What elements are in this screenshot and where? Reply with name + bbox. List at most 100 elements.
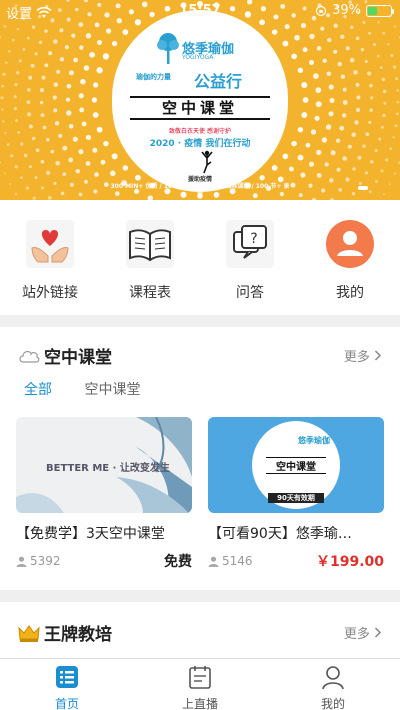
course-card[interactable]: BETTER ME · 让改变发生 【免费学】3天空中课堂 5392 免费 xyxy=(16,417,192,571)
banner-dot xyxy=(18,59,22,63)
banner-dot xyxy=(62,145,68,151)
banner-dot xyxy=(26,100,31,104)
quick-nav-external-links[interactable]: 站外链接 xyxy=(10,220,90,302)
banner-dot xyxy=(335,138,341,143)
banner-dot xyxy=(40,113,45,117)
banner-dot xyxy=(14,192,18,196)
banner-dot xyxy=(297,127,304,133)
banner-poster: 悠季瑜伽 YOGIYOGA 瑜伽的力量 公益行 空中课堂 致敬白衣天使 感谢守护… xyxy=(112,10,288,192)
banner-dot xyxy=(300,22,307,29)
banner-dot xyxy=(66,83,72,89)
banner-dot xyxy=(338,188,343,192)
banner-dot xyxy=(396,89,399,92)
banner-dot xyxy=(6,143,10,146)
banner-dot xyxy=(68,70,74,76)
banner-dot xyxy=(85,33,92,39)
banner-dot xyxy=(30,63,35,68)
banner-dot xyxy=(52,95,57,100)
banner-dot xyxy=(380,169,384,173)
student-count-value: 5146 xyxy=(222,554,253,568)
banner-dot xyxy=(378,137,382,141)
quick-nav-mine[interactable]: 我的 xyxy=(310,220,390,302)
banner-dot xyxy=(294,34,300,41)
chevron-right-icon xyxy=(374,350,382,361)
banner-dot xyxy=(78,93,84,99)
banner-dot xyxy=(38,40,43,45)
tab-profile[interactable]: 我的 xyxy=(293,664,373,710)
banner-dot xyxy=(364,59,368,64)
banner-dot xyxy=(4,131,7,135)
banner-dot xyxy=(372,42,376,47)
banner-dot xyxy=(85,161,91,166)
banner-dot xyxy=(340,34,345,39)
banner-dot xyxy=(288,166,294,172)
tab-all[interactable]: 全部 xyxy=(24,379,52,399)
section-title: 王牌教培 xyxy=(44,625,112,645)
banner-dot xyxy=(8,50,11,53)
banner-dot xyxy=(31,136,36,141)
course-cover-brand: 悠季瑜伽 xyxy=(298,436,330,445)
banner-dot xyxy=(68,123,74,129)
student-count-value: 5392 xyxy=(30,554,61,568)
banner-dot xyxy=(96,67,103,74)
quick-nav-schedule[interactable]: 课程表 xyxy=(110,220,190,302)
tab-label: 首页 xyxy=(54,697,79,710)
banner-dot xyxy=(39,88,45,93)
banner-dot xyxy=(325,124,332,130)
course-thumbnail-text: BETTER ME · 让改变发生 xyxy=(46,463,170,474)
more-link[interactable]: 更多 xyxy=(344,346,382,365)
banner-dot xyxy=(42,125,47,130)
quick-nav-qa[interactable]: ? 问答 xyxy=(210,220,290,302)
banner-dot xyxy=(58,133,63,138)
banner-dot xyxy=(16,27,20,31)
banner-dot xyxy=(354,120,359,125)
cloud-icon xyxy=(19,350,40,363)
banner-dot xyxy=(360,48,365,52)
banner-dot xyxy=(48,51,53,56)
tab-label: 我的 xyxy=(320,697,345,710)
banner-dot xyxy=(355,107,361,113)
banner-dot xyxy=(0,161,2,164)
banner-dot xyxy=(14,165,18,169)
banner-dot xyxy=(41,186,44,190)
tab-live[interactable]: 上直播 xyxy=(160,664,240,710)
banner-dot xyxy=(357,155,362,160)
bottom-tab-bar: 首页 上直播 我的 xyxy=(0,658,400,710)
banner-dot xyxy=(320,26,325,31)
banner-dot xyxy=(324,162,329,167)
banner-dot xyxy=(291,53,297,60)
svg-text:?: ? xyxy=(250,231,257,247)
more-link[interactable]: 更多 xyxy=(344,623,382,642)
banner-dot xyxy=(54,121,60,126)
banner-dot xyxy=(0,96,4,100)
banner-dot xyxy=(79,107,85,113)
banner-dot xyxy=(351,132,356,137)
banner-dot xyxy=(340,74,346,79)
banner-dot xyxy=(305,142,311,148)
banner-dot xyxy=(349,57,355,63)
tab-sky-classroom[interactable]: 空中课堂 xyxy=(84,379,140,399)
banner-dot xyxy=(370,96,374,100)
banner-dot xyxy=(44,63,49,68)
banner-dot xyxy=(358,182,362,185)
banner-dot xyxy=(92,112,99,118)
banner-dot xyxy=(352,167,356,171)
person-icon xyxy=(208,556,219,567)
banner-dot xyxy=(392,136,395,139)
banner-dot xyxy=(72,136,78,142)
banner-dot xyxy=(68,157,74,163)
banner-dot xyxy=(34,52,38,56)
banner-dot xyxy=(382,89,387,94)
section-title: 空中课堂 xyxy=(44,348,112,368)
banner-brand-sub: YOGIYOGA xyxy=(182,54,214,61)
quick-nav-label: 我的 xyxy=(336,285,364,301)
hero-banner[interactable]: 设置 15:57 39% 悠季瑜伽 YOGIYOGA 瑜伽的力量 公益行 空中课… xyxy=(0,0,400,200)
course-card[interactable]: 悠季瑜伽 空中课堂 90天有效期 【可看90天】悠季瑜… 5146 ￥199.0… xyxy=(208,417,384,571)
tab-home[interactable]: 首页 xyxy=(27,664,107,710)
banner-dot xyxy=(345,46,350,51)
banner-dot xyxy=(79,45,84,50)
banner-dot xyxy=(308,183,313,188)
banner-dot xyxy=(347,144,352,149)
banner-dot xyxy=(342,87,347,92)
banner-dot xyxy=(392,65,397,69)
